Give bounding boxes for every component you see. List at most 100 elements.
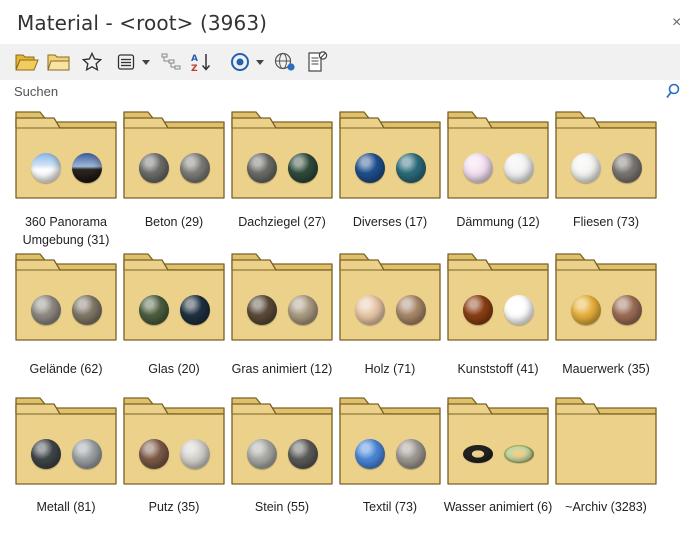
material-preview-sphere	[180, 295, 210, 325]
material-preview-sphere	[139, 439, 169, 469]
folder-label: Diverses (17)	[352, 215, 428, 229]
folder-label: Kunststoff (41)	[457, 362, 539, 376]
folder-tile[interactable]: Kunststoff (41)	[446, 250, 550, 390]
globe-icon[interactable]	[272, 50, 298, 74]
material-preview-sphere	[180, 439, 210, 469]
folder-label: Holz (71)	[364, 362, 416, 376]
folder-icon	[555, 397, 657, 485]
material-preview-sphere	[355, 439, 385, 469]
folder-icon	[339, 397, 441, 485]
search-icon[interactable]	[666, 83, 680, 104]
folder-label: Beton (29)	[144, 215, 204, 229]
folder-icon	[555, 111, 657, 199]
material-preview-sphere	[396, 439, 426, 469]
folder-tile[interactable]: Holz (71)	[338, 250, 442, 390]
open-folder-icon[interactable]	[14, 50, 40, 74]
folder-tile[interactable]: Dämmung (12)	[446, 108, 550, 248]
folder-label: Fliesen (73)	[573, 215, 639, 229]
folder-tile[interactable]: 360 Panorama Umgebung (31)	[14, 108, 118, 248]
window-title: Material - <root> (3963)	[17, 11, 268, 35]
tree-icon[interactable]	[158, 50, 184, 74]
toolbar: AZ	[0, 44, 680, 80]
folder-tile[interactable]: Gras animiert (12)	[230, 250, 334, 390]
material-preview-sphere	[31, 295, 61, 325]
material-preview-sphere	[463, 153, 493, 183]
folder-tile[interactable]: Textil (73)	[338, 394, 442, 534]
folder-tile[interactable]: Wasser animiert (6)	[444, 394, 552, 534]
folder-tile[interactable]: Metall (81)	[14, 394, 118, 534]
folder-tile[interactable]: Fliesen (73)	[554, 108, 658, 248]
material-preview-sphere	[355, 153, 385, 183]
folder-tile[interactable]: Beton (29)	[122, 108, 226, 248]
target-icon[interactable]	[229, 50, 251, 74]
file-settings-icon[interactable]	[304, 50, 330, 74]
folder-label: Gelände (62)	[29, 362, 103, 376]
folder-icon	[447, 111, 549, 199]
folder-label: Wasser animiert (6)	[443, 500, 553, 514]
folder-tile[interactable]: Glas (20)	[122, 250, 226, 390]
folder-label: Stein (55)	[254, 500, 310, 514]
folder-label: Textil (73)	[362, 500, 418, 514]
material-preview-sphere	[72, 439, 102, 469]
chevron-down-icon[interactable]	[140, 50, 152, 74]
chevron-down-icon[interactable]	[254, 50, 266, 74]
folder-tile[interactable]: Stein (55)	[230, 394, 334, 534]
folder-icon	[339, 111, 441, 199]
material-preview-sphere	[139, 295, 169, 325]
material-preview-sphere	[612, 153, 642, 183]
material-preview-sphere	[247, 153, 277, 183]
folder-icon	[231, 397, 333, 485]
folder-label: ~Archiv (3283)	[565, 500, 647, 514]
list-view-icon[interactable]	[115, 50, 137, 74]
material-preview-sphere	[504, 153, 534, 183]
folder-icon	[15, 397, 117, 485]
material-preview-sphere	[355, 295, 385, 325]
folder-tile[interactable]: Gelände (62)	[14, 250, 118, 390]
svg-text:Z: Z	[191, 64, 198, 73]
material-preview-sphere	[571, 153, 601, 183]
material-preview-sphere	[247, 295, 277, 325]
material-preview-sphere	[463, 445, 493, 463]
material-preview-sphere	[31, 439, 61, 469]
folder-label: 360 Panorama Umgebung (31)	[22, 215, 110, 247]
material-preview-sphere	[571, 295, 601, 325]
material-preview-sphere	[463, 295, 493, 325]
material-preview-sphere	[396, 295, 426, 325]
material-preview-sphere	[504, 445, 534, 463]
folder-icon[interactable]	[46, 50, 72, 74]
material-preview-sphere	[288, 153, 318, 183]
folder-icon	[123, 397, 225, 485]
folder-icon	[15, 111, 117, 199]
title-bar: Material - <root> (3963) ×	[0, 0, 680, 44]
folder-icon	[555, 253, 657, 341]
material-preview-sphere	[288, 295, 318, 325]
folder-label: Dachziegel (27)	[238, 215, 326, 229]
folder-label: Putz (35)	[148, 500, 200, 514]
folder-label: Gras animiert (12)	[231, 362, 333, 376]
search-input[interactable]	[14, 82, 654, 100]
search-bar	[0, 80, 680, 105]
sort-az-icon[interactable]: AZ	[190, 50, 212, 74]
folder-tile[interactable]: Dachziegel (27)	[230, 108, 334, 248]
material-preview-sphere	[139, 153, 169, 183]
svg-text:A: A	[191, 54, 198, 64]
folder-label: Glas (20)	[148, 362, 200, 376]
star-icon[interactable]	[80, 50, 104, 74]
material-preview-sphere	[247, 439, 277, 469]
material-preview-sphere	[31, 153, 61, 183]
material-preview-sphere	[72, 295, 102, 325]
folder-tile[interactable]: Mauerwerk (35)	[554, 250, 658, 390]
folder-icon	[123, 253, 225, 341]
folder-tile[interactable]: Putz (35)	[122, 394, 226, 534]
material-preview-sphere	[396, 153, 426, 183]
folder-icon	[231, 111, 333, 199]
folder-icon	[231, 253, 333, 341]
folder-label: Mauerwerk (35)	[562, 362, 650, 376]
folder-label: Metall (81)	[36, 500, 96, 514]
folder-tile[interactable]: Diverses (17)	[338, 108, 442, 248]
close-icon[interactable]: ×	[672, 14, 680, 32]
folder-icon	[15, 253, 117, 341]
folder-icon	[447, 253, 549, 341]
material-preview-sphere	[288, 439, 318, 469]
folder-tile[interactable]: ~Archiv (3283)	[554, 394, 658, 534]
